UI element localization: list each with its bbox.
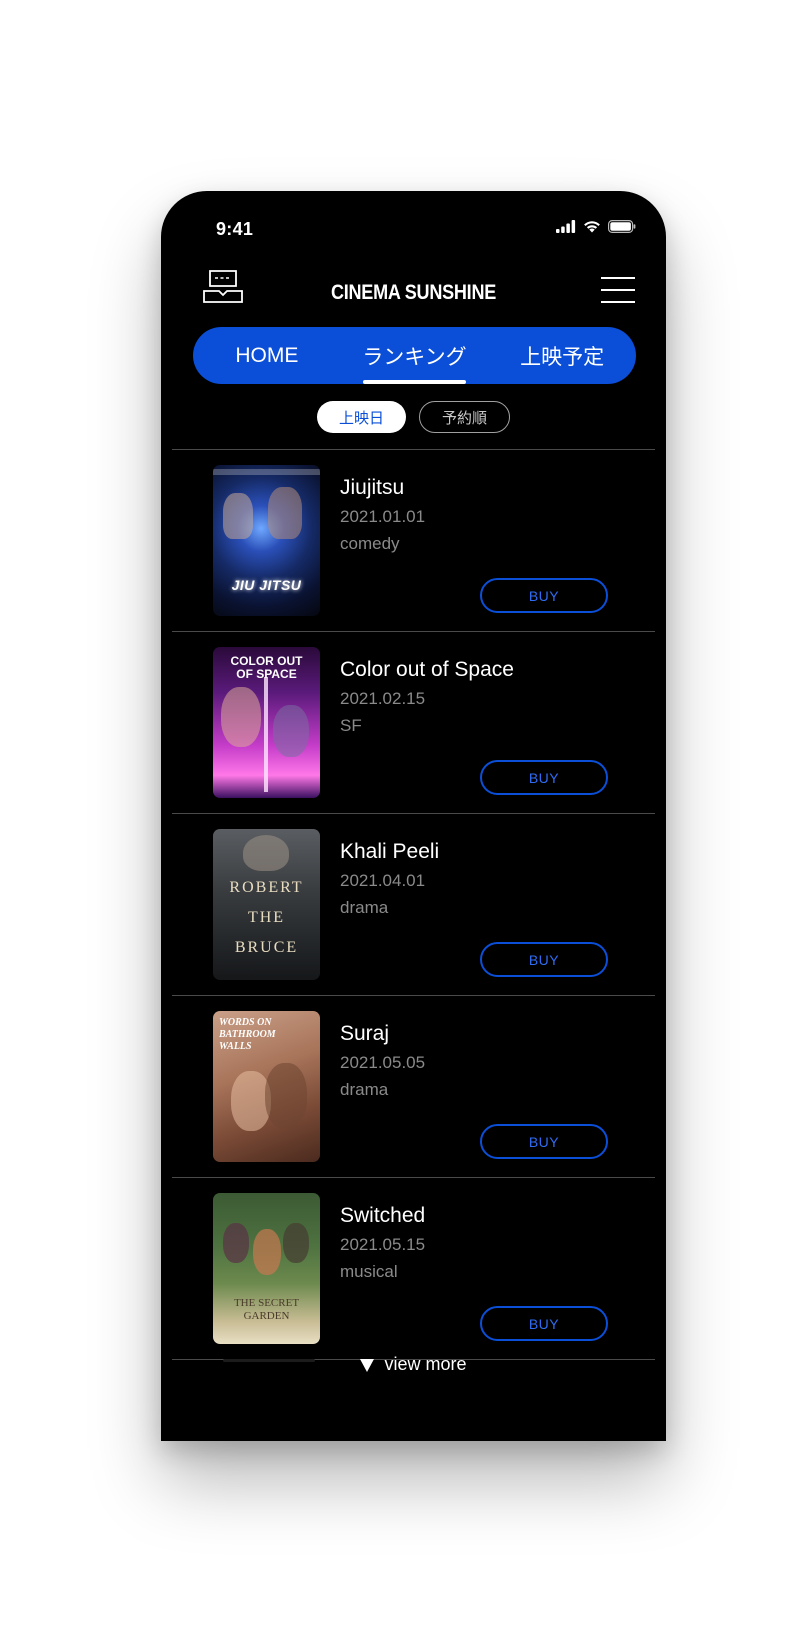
buy-button[interactable]: BUY (480, 578, 608, 613)
tab-ranking[interactable]: ランキング (341, 327, 489, 384)
movie-genre: drama (340, 898, 389, 917)
status-bar: 9:41 (161, 191, 666, 261)
movie-poster[interactable]: COLOR OUT OF SPACE (213, 647, 320, 798)
menu-line (601, 289, 635, 291)
poster-title-line-2: THE (247, 909, 286, 926)
movie-date: 2021.01.01 (340, 507, 426, 526)
main-tabs: HOME ランキング 上映予定 (193, 327, 636, 384)
app-header: CINEMA SUNSHINE (161, 269, 666, 329)
status-time: 9:41 (216, 219, 254, 239)
sort-by-release-date-button[interactable]: 上映日 (316, 401, 406, 433)
wifi-icon (584, 221, 600, 233)
status-icons (556, 220, 636, 233)
poster-title: THE SECRET GARDEN (233, 1297, 300, 1322)
tab-home[interactable]: HOME (193, 327, 341, 384)
movie-genre: comedy (340, 534, 400, 553)
list-item[interactable]: ROBERT THE BRUCE Khali Peeli 2021.04.01 … (172, 813, 655, 995)
buy-button[interactable]: BUY (480, 1124, 608, 1159)
view-more-label: view more (384, 1354, 467, 1374)
buy-button[interactable]: BUY (480, 942, 608, 977)
buy-button[interactable]: BUY (480, 760, 608, 795)
movie-list: JIU JITSU Jiujitsu 2021.01.01 comedy BUY… (172, 449, 655, 1361)
movie-title: Color out of Space (340, 658, 514, 681)
view-more-button[interactable]: view more (161, 1354, 666, 1375)
signal-icon (556, 220, 576, 233)
poster-title-line-3: BRUCE (234, 939, 299, 956)
sort-options: 上映日 予約順 (161, 401, 666, 433)
brand-title: CINEMA SUNSHINE (330, 281, 497, 304)
movie-poster[interactable]: THE SECRET GARDEN (213, 1193, 320, 1344)
movie-genre: SF (340, 716, 362, 735)
list-item[interactable]: THE SECRET GARDEN Switched 2021.05.15 mu… (172, 1177, 655, 1359)
poster-title: COLOR OUT OF SPACE (230, 654, 303, 681)
menu-line (601, 277, 635, 279)
movie-genre: musical (340, 1262, 398, 1281)
list-item[interactable]: WORDS ON BATHROOM WALLS Suraj 2021.05.05… (172, 995, 655, 1177)
movie-poster[interactable]: WORDS ON BATHROOM WALLS (213, 1011, 320, 1162)
triangle-down-icon (360, 1358, 375, 1372)
movie-title: Jiujitsu (340, 476, 405, 499)
phone-screen: 9:41 CINEMA SUNSHINE HOME ランキング 上映予定 上映日… (161, 191, 666, 1441)
poster-title: JIU JITSU (231, 577, 302, 593)
stage: 9:41 CINEMA SUNSHINE HOME ランキング 上映予定 上映日… (0, 0, 800, 1643)
movie-date: 2021.05.15 (340, 1235, 426, 1254)
movie-genre: drama (340, 1080, 389, 1099)
movie-title: Switched (340, 1204, 426, 1227)
poster-title: WORDS ON BATHROOM WALLS (219, 1017, 276, 1052)
tab-coming-soon[interactable]: 上映予定 (488, 327, 636, 384)
movie-poster[interactable]: ROBERT THE BRUCE (213, 829, 320, 980)
battery-icon (608, 220, 636, 233)
hamburger-menu-icon[interactable] (601, 277, 635, 303)
movie-title: Suraj (340, 1022, 390, 1045)
menu-line (601, 301, 635, 303)
movie-date: 2021.04.01 (340, 871, 426, 890)
movie-date: 2021.02.15 (340, 689, 426, 708)
poster-title-line-1: ROBERT (229, 879, 304, 896)
movie-date: 2021.05.05 (340, 1053, 426, 1072)
list-item[interactable]: COLOR OUT OF SPACE Color out of Space 20… (172, 631, 655, 813)
list-item[interactable]: JIU JITSU Jiujitsu 2021.01.01 comedy BUY (172, 449, 655, 631)
sort-by-reservation-button[interactable]: 予約順 (419, 401, 511, 433)
movie-poster[interactable]: JIU JITSU (213, 465, 320, 616)
movie-title: Khali Peeli (340, 840, 440, 863)
buy-button[interactable]: BUY (480, 1306, 608, 1341)
